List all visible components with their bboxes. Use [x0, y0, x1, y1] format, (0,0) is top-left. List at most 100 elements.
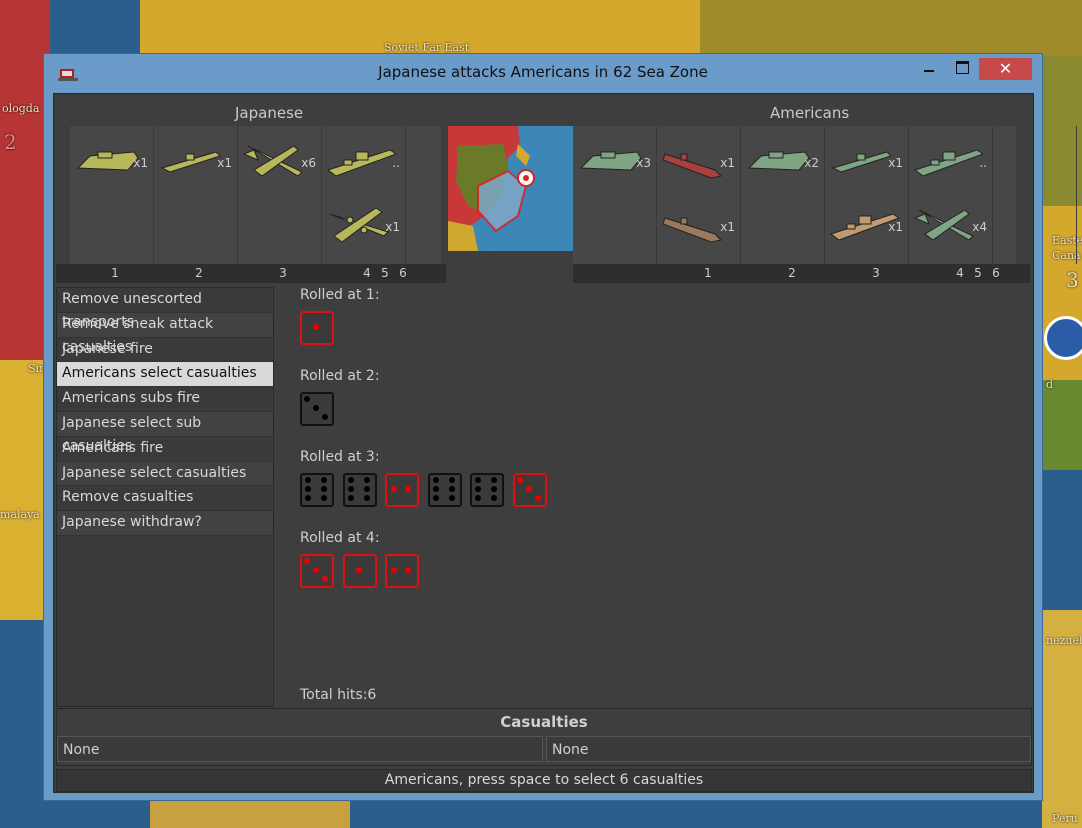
battle-step[interactable]: Remove sneak attack casualties — [57, 312, 273, 355]
unit-count: x3 — [636, 156, 651, 170]
close-button[interactable]: ✕ — [979, 58, 1032, 80]
column-number: 6 — [399, 266, 407, 280]
die-pip — [363, 486, 370, 492]
die-pip — [516, 477, 523, 483]
unit-count: x1 — [720, 220, 735, 234]
die-pip — [305, 495, 311, 501]
column-number: 3 — [872, 266, 880, 280]
battle-step[interactable]: Japanese withdraw? — [57, 511, 273, 536]
fighter-unit: x4 — [911, 194, 991, 254]
column-number: 6 — [992, 266, 1000, 280]
roll-label: Rolled at 2: — [300, 368, 380, 384]
map-label: Peru — [1052, 812, 1078, 825]
unit-count: x1 — [888, 220, 903, 234]
column-number: 1 — [111, 266, 119, 280]
die-pip — [491, 495, 497, 501]
minimize-button[interactable] — [914, 58, 946, 80]
die-pip — [363, 495, 370, 501]
territory-olive-top — [700, 0, 1082, 56]
die-pip — [405, 567, 411, 573]
battleship-unit: x1 — [827, 194, 907, 254]
unit-count: x1 — [720, 156, 735, 170]
die-pip — [432, 477, 439, 483]
die-pip — [313, 324, 319, 330]
die-pip — [448, 495, 455, 501]
destroyer-unit: x1 — [827, 130, 907, 190]
die — [342, 554, 377, 588]
attacker-units: x1 x1 x6.. x1 — [70, 126, 574, 264]
battleship-unit: .. — [911, 130, 991, 190]
map-label: nezuel — [1046, 634, 1082, 647]
bomber-unit: x1 — [324, 194, 404, 254]
die-pip — [347, 477, 354, 483]
roll-label: Rolled at 4: — [300, 530, 380, 546]
battle-steps-list[interactable]: Remove unescorted transportsRemove sneak… — [56, 287, 274, 707]
die — [470, 473, 504, 507]
die-pip — [534, 495, 541, 501]
battle-step[interactable]: Japanese select casualties — [57, 461, 273, 487]
die-pip — [448, 486, 455, 492]
roll-label: Rolled at 3: — [300, 449, 380, 465]
die-pip — [391, 567, 397, 573]
unit-count: x2 — [804, 156, 819, 170]
column-number: 1 — [704, 266, 712, 280]
battle-step[interactable]: Americans subs fire — [57, 387, 273, 412]
unit-column — [993, 126, 1077, 264]
die-pip — [347, 486, 354, 492]
territory-minimap — [448, 126, 573, 251]
battle-step[interactable]: Japanese select sub casualties — [57, 411, 273, 454]
total-hits: Total hits:6 — [300, 687, 377, 703]
defender-column-numbers: 1 2 3 456 — [573, 264, 1030, 283]
casualties-right: None — [546, 736, 1031, 762]
die-pip — [347, 495, 354, 501]
battle-step[interactable]: Japanese fire — [57, 338, 273, 363]
battle-step[interactable]: Americans fire — [57, 437, 273, 462]
die-pip — [405, 486, 411, 492]
die — [427, 473, 462, 507]
transport-unit: x2 — [743, 130, 823, 190]
title-bar[interactable]: Japanese attacks Americans in 62 Sea Zon… — [44, 54, 1042, 93]
close-icon: ✕ — [998, 59, 1013, 78]
map-label: Sir — [28, 362, 45, 375]
battle-step[interactable]: Americans select casualties — [57, 362, 273, 388]
unit-count: .. — [979, 156, 987, 170]
map-label: d — [1046, 378, 1054, 391]
destroyer-unit: x1 — [156, 130, 236, 190]
casualties-panel: Casualties None None — [56, 708, 1032, 766]
die-pip — [475, 486, 481, 492]
die — [342, 473, 377, 507]
unit-count: x1 — [888, 156, 903, 170]
territory-red-west — [0, 0, 50, 360]
battle-panel: Japanese Americans x1 x1 x6.. x1 x3 x1 x1 x2 x1… — [53, 93, 1077, 793]
column-number: 5 — [381, 266, 389, 280]
die-pip — [313, 405, 319, 411]
die-pip — [355, 567, 362, 573]
territory-bottom-land — [150, 800, 350, 828]
map-label: 2 — [4, 130, 17, 154]
die — [300, 473, 334, 507]
die-pip — [321, 477, 327, 483]
die — [300, 554, 334, 588]
die-pip — [322, 576, 328, 582]
map-label: Soviet Far East — [384, 41, 470, 54]
column-number: 2 — [195, 266, 203, 280]
die — [300, 392, 334, 426]
battle-step[interactable]: Remove unescorted transports — [57, 288, 273, 330]
column-number: 4 — [956, 266, 964, 280]
battle-step[interactable]: Remove casualties — [57, 486, 273, 512]
us-star-marker — [1044, 316, 1082, 360]
die-pip — [321, 486, 327, 492]
defender-name: Americans — [770, 104, 850, 122]
die-pip — [305, 486, 311, 492]
die-pip — [475, 495, 481, 501]
die-pip — [321, 495, 327, 501]
die-pip — [391, 486, 397, 492]
defender-units: x3 x1 x1 x2 x1 x1.. x4 — [573, 126, 1077, 264]
die-pip — [313, 567, 319, 573]
roll-label: Rolled at 1: — [300, 287, 380, 303]
die-pip — [304, 558, 310, 564]
casualties-title: Casualties — [500, 713, 588, 731]
column-number: 4 — [363, 266, 371, 280]
maximize-button[interactable] — [946, 58, 978, 80]
die-pip — [491, 486, 497, 492]
